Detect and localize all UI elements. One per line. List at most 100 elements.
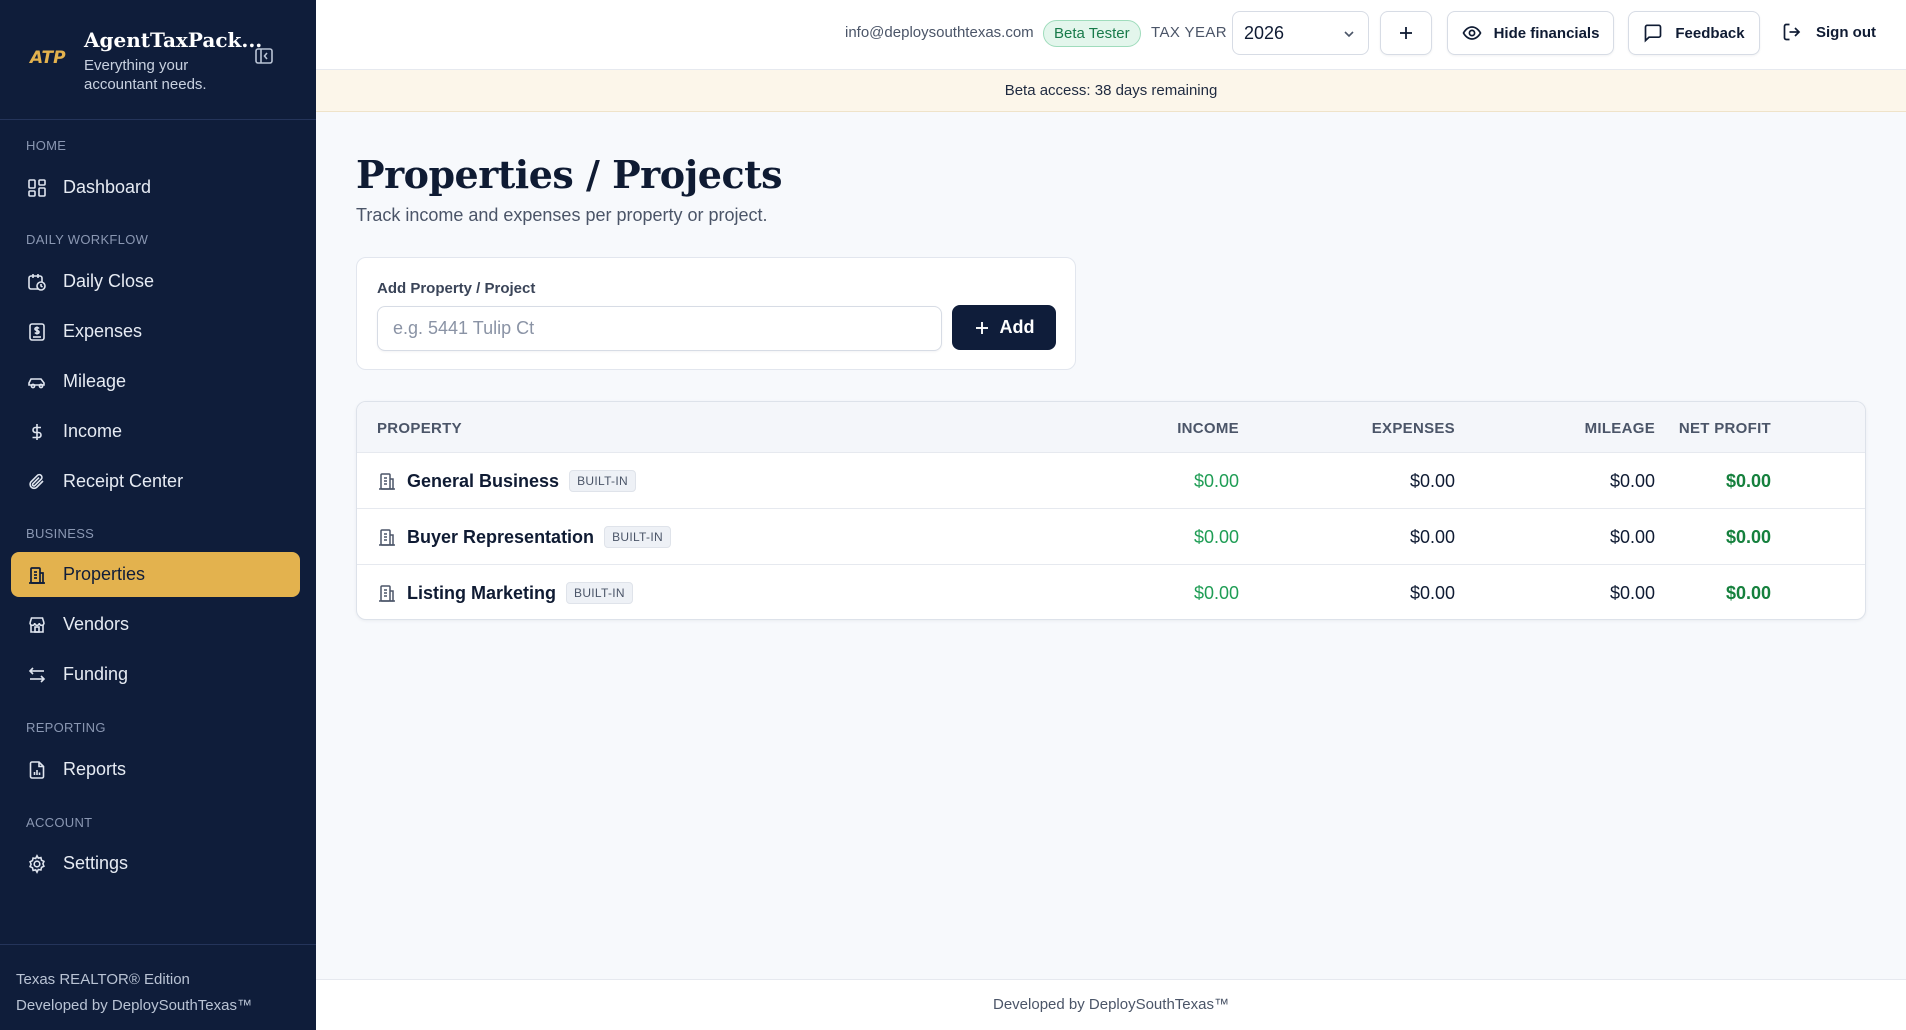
sidebar-item-label: Vendors [63,614,130,634]
built-in-badge: BUILT-IN [604,526,671,548]
sidebar-item-label: Expenses [63,321,143,341]
sidebar-item-dashboard[interactable]: Dashboard [11,165,300,210]
column-header-mileage: MILEAGE [1584,420,1655,437]
sidebar-item-receipt-center[interactable]: Receipt Center [11,459,300,504]
developer-credit: Developed by DeploySouthTexas™ [16,997,252,1014]
car-icon [28,377,45,388]
user-email: info@deploysouthtexas.com [845,24,1034,41]
column-header-property: PROPERTY [377,420,462,437]
net-profit-value: $0.00 [1725,471,1771,491]
add-property-card: Add Property / Project Add [356,257,1076,370]
table-row[interactable]: Buyer Representation BUILT-IN $0.00 $0.0… [357,509,1865,565]
paperclip-icon [29,473,44,489]
sidebar-collapse-icon[interactable] [254,46,274,66]
svg-text:ATP: ATP [28,48,66,68]
tax-year-label: TAX YEAR [1151,24,1228,41]
table-row[interactable]: General Business BUILT-IN $0.00 $0.00 $0… [357,453,1865,509]
sidebar-item-label: Mileage [63,371,127,391]
receipt-dollar-icon [29,322,45,341]
expenses-value: $0.00 [1409,471,1455,491]
sidebar-item-mileage[interactable]: Mileage [11,359,300,404]
add-new-button[interactable] [1380,11,1432,55]
table-row[interactable]: Listing Marketing BUILT-IN $0.00 $0.00 $… [357,565,1865,619]
properties-table: PROPERTY INCOME EXPENSES MILEAGE NET PRO… [356,401,1866,620]
building-icon [379,529,395,546]
log-out-icon [1783,23,1801,41]
building-icon [29,566,45,584]
mileage-value: $0.00 [1609,471,1655,491]
column-header-income: INCOME [1177,420,1239,437]
sidebar-item-label: Daily Close [63,271,155,291]
brand-name: AgentTaxPack... [84,28,263,52]
hide-financials-label: Hide financials [1493,24,1600,42]
sidebar-item-reports[interactable]: Reports [11,747,300,792]
sidebar: ATP AgentTaxPack... Everything your acco… [0,0,316,1030]
sidebar-item-label: Receipt Center [63,471,184,491]
brand-header: ATP AgentTaxPack... Everything your acco… [0,0,316,120]
sidebar-item-vendors[interactable]: Vendors [11,602,300,647]
chevron-down-icon [1344,31,1354,38]
net-profit-value: $0.00 [1725,527,1771,547]
eye-icon [1462,26,1482,40]
store-icon [29,616,45,633]
property-name-input[interactable] [377,306,942,351]
sidebar-item-label: Income [63,421,123,441]
building-icon [379,473,395,490]
built-in-badge: BUILT-IN [569,470,636,492]
nav-section-home: HOME [26,138,67,153]
sidebar-item-settings[interactable]: Settings [11,841,300,886]
built-in-badge: BUILT-IN [566,582,633,604]
page-title: Properties / Projects [356,152,783,197]
gear-icon [29,853,45,874]
sidebar-item-label: Reports [63,759,127,779]
sidebar-item-income[interactable]: Income [11,409,300,454]
message-square-icon [1645,24,1662,43]
nav-section-reporting: REPORTING [26,720,106,735]
dollar-icon [32,423,42,440]
arrows-exchange-icon [28,666,46,683]
edition-text: Texas REALTOR® Edition [16,971,190,988]
page-footer: Developed by DeploySouthTexas™ [316,979,1906,1030]
tax-year-value: 2026 [1244,22,1285,43]
report-chart-icon [29,760,45,779]
sidebar-item-label: Settings [63,853,129,873]
sidebar-item-funding[interactable]: Funding [11,652,300,697]
sidebar-item-daily-close[interactable]: Daily Close [11,259,300,304]
column-header-expenses: EXPENSES [1371,420,1455,437]
nav-section-business: BUSINESS [26,526,95,541]
dashboard-icon [28,178,46,197]
feedback-label: Feedback [1675,24,1745,42]
brand-logo[interactable]: ATP [26,34,70,78]
sidebar-item-label: Properties [63,564,146,584]
property-name: Listing Marketing [407,582,557,603]
nav-section-daily: DAILY WORKFLOW [26,232,149,247]
plus-icon [1400,27,1412,39]
tax-year-select[interactable]: 2026 [1232,11,1369,55]
sidebar-item-properties[interactable]: Properties [11,552,300,597]
sign-out-label: Sign out [1816,23,1876,41]
page-subtitle: Track income and expenses per property o… [356,205,768,225]
table-header: PROPERTY INCOME EXPENSES MILEAGE NET PRO… [357,402,1865,453]
expenses-value: $0.00 [1409,527,1455,547]
beta-tester-badge: Beta Tester [1043,20,1141,47]
mileage-value: $0.00 [1609,527,1655,547]
building-icon [379,585,395,602]
brand-tagline: Everything your accountant needs. [84,57,207,93]
calendar-clock-icon [28,273,46,291]
income-value: $0.00 [1193,471,1239,491]
sign-out-button[interactable]: Sign out [1782,22,1876,42]
beta-access-banner: Beta access: 38 days remaining [316,70,1906,112]
income-value: $0.00 [1193,583,1239,603]
add-property-button[interactable]: Add [952,305,1056,350]
add-button-label: Add [999,317,1035,337]
property-name: Buyer Representation [407,526,595,547]
nav-section-account: ACCOUNT [26,815,93,830]
hide-financials-button[interactable]: Hide financials [1447,11,1614,55]
income-value: $0.00 [1193,527,1239,547]
sidebar-item-expenses[interactable]: Expenses [11,309,300,354]
net-profit-value: $0.00 [1725,583,1771,603]
feedback-button[interactable]: Feedback [1628,11,1760,55]
sidebar-item-label: Funding [63,664,129,684]
sidebar-footer: Texas REALTOR® Edition Developed by Depl… [0,944,316,1019]
expenses-value: $0.00 [1409,583,1455,603]
